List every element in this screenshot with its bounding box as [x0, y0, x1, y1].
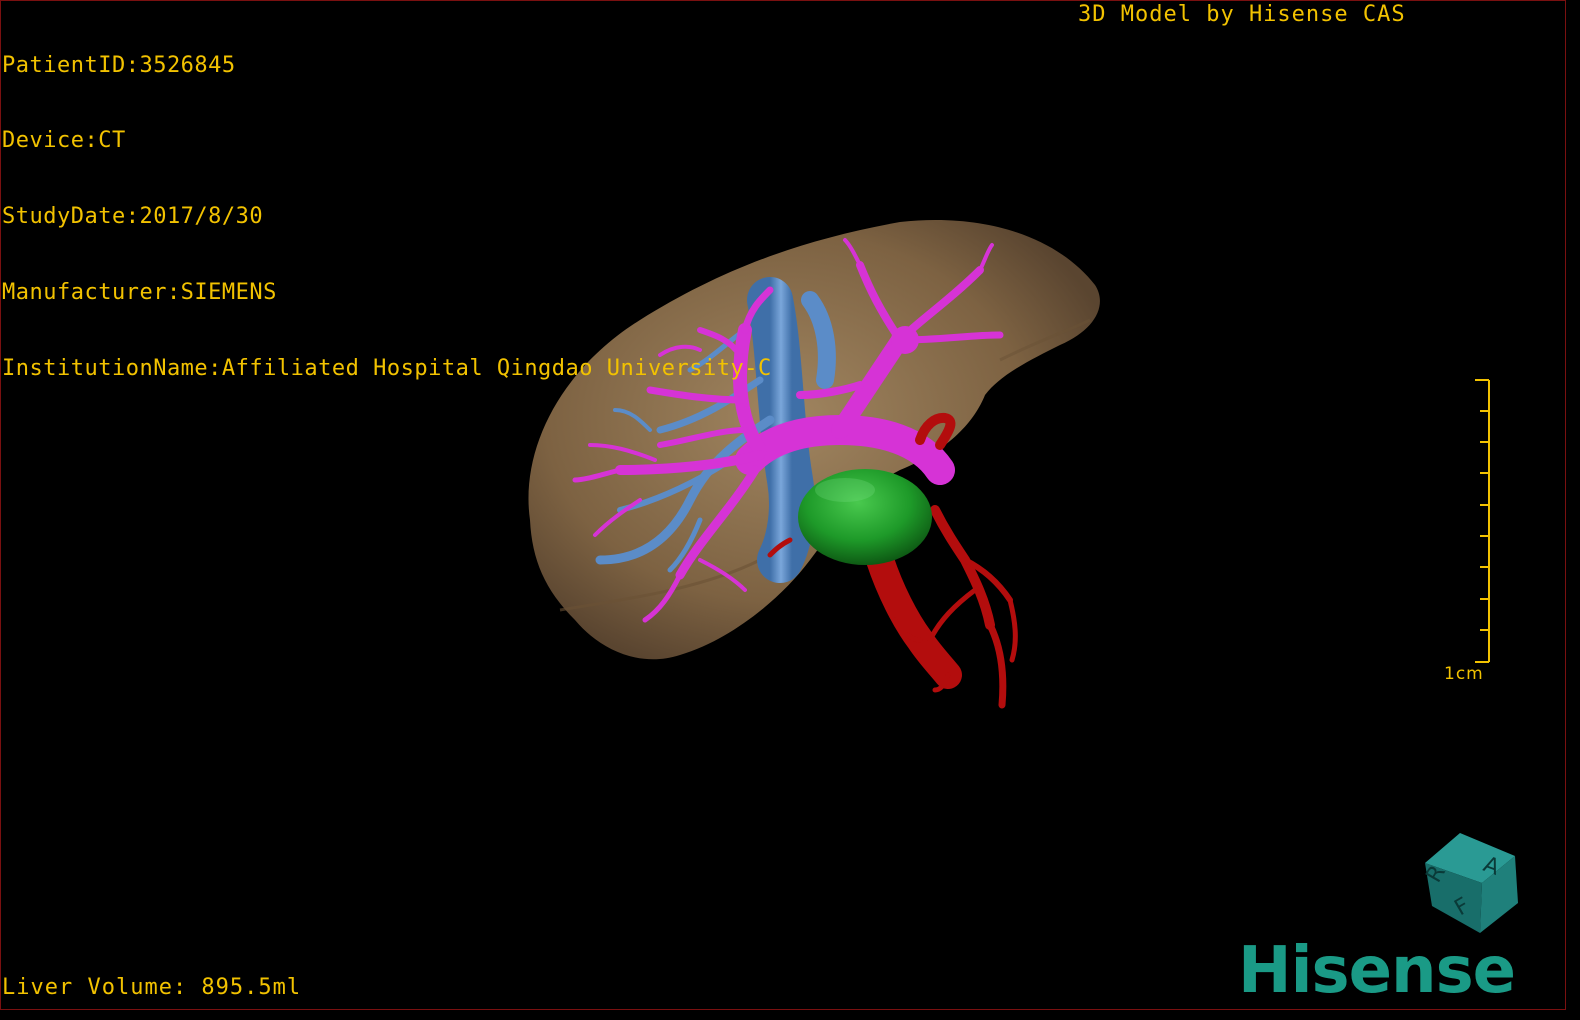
- scale-bar: [1475, 379, 1490, 663]
- tumor-highlight: [815, 478, 875, 502]
- device-text: Device:CT: [2, 128, 126, 154]
- liver-volume-text: Liver Volume: 895.5ml: [2, 975, 302, 1000]
- scale-bar-label: 1cm: [1444, 664, 1484, 684]
- patient-id-text: PatientID:3526845: [2, 52, 236, 78]
- hisense-logo: Hisense: [1238, 934, 1516, 1008]
- study-date-text: StudyDate:2017/8/30: [2, 204, 264, 230]
- manufacturer-text: Manufacturer:SIEMENS: [2, 280, 277, 306]
- orientation-cube[interactable]: A R F: [1410, 828, 1530, 938]
- model-credit-text: 3D Model by Hisense CAS: [1078, 2, 1406, 27]
- dicom-info-overlay: PatientID:3526845 Device:CT StudyDate:20…: [2, 2, 772, 407]
- institution-text: InstitutionName:Affiliated Hospital Qing…: [2, 356, 772, 382]
